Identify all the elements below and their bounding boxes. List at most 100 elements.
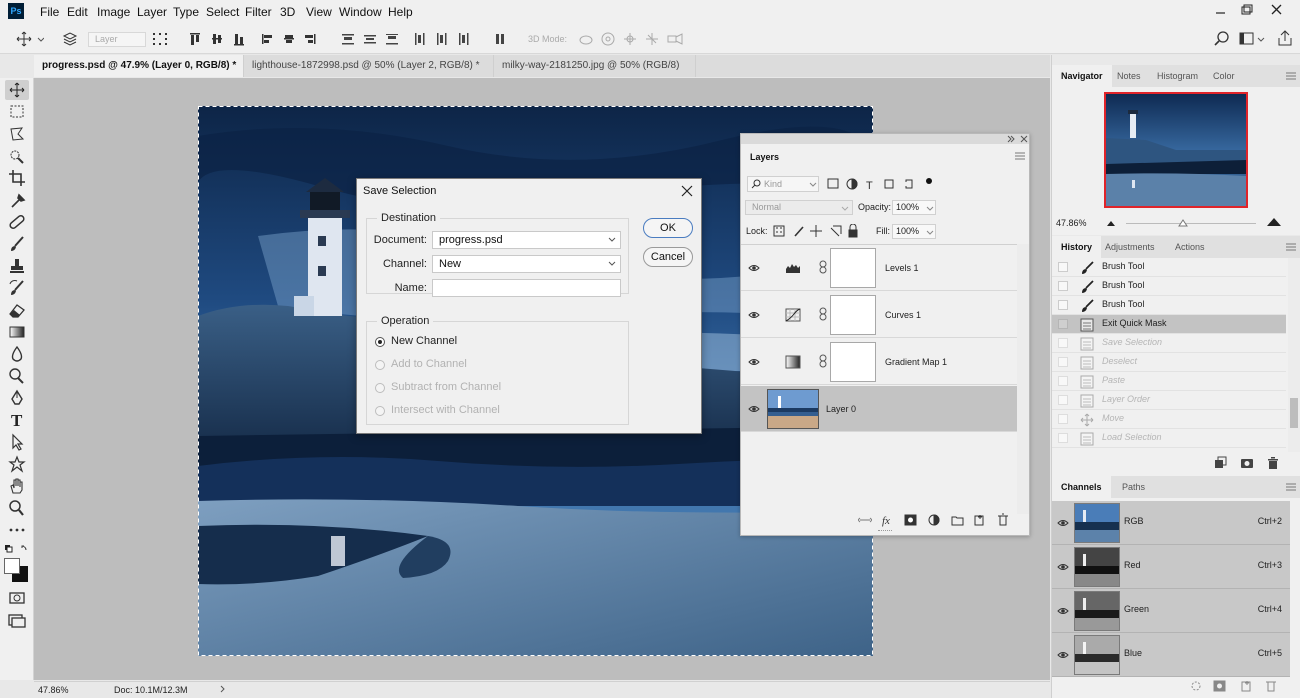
zoom-slider-thumb[interactable] (1178, 219, 1188, 227)
layer-dropdown[interactable]: Layer (88, 32, 146, 47)
layer-row[interactable]: Levels 1 (741, 245, 1017, 291)
document-select[interactable]: progress.psd (432, 231, 621, 249)
type-tool-icon[interactable]: T (5, 410, 29, 430)
history-item[interactable]: Brush Tool (1052, 258, 1286, 277)
dodge-tool-icon[interactable] (5, 366, 29, 386)
intersect-with-channel-radio[interactable] (375, 406, 385, 416)
kind-filter[interactable]: Kind (747, 176, 819, 192)
path-selection-tool-icon[interactable] (5, 432, 29, 452)
minimize-button[interactable] (1212, 2, 1230, 18)
eye-icon[interactable] (1057, 519, 1069, 527)
opacity-field[interactable]: 100% (892, 200, 936, 215)
history-item[interactable]: Brush Tool (1052, 277, 1286, 296)
layer-thumbnail[interactable] (767, 389, 819, 429)
close-icon[interactable] (681, 185, 693, 197)
eye-icon[interactable] (748, 405, 760, 413)
foreground-color-swatch[interactable] (4, 558, 20, 574)
new-channel-radio[interactable] (375, 337, 385, 347)
scrollbar-thumb[interactable] (1290, 398, 1298, 428)
history-item[interactable]: Deselect (1052, 353, 1286, 372)
move-tool-icon[interactable] (16, 31, 44, 47)
history-checkbox[interactable] (1058, 262, 1068, 272)
search-icon[interactable] (1214, 31, 1230, 47)
history-item[interactable]: Exit Quick Mask (1052, 315, 1286, 334)
history-scrollbar[interactable] (1288, 258, 1300, 452)
layer-row[interactable]: Layer 0 (741, 386, 1017, 432)
healing-brush-tool-icon[interactable] (5, 212, 29, 232)
brush-tool-icon[interactable] (5, 234, 29, 254)
history-item[interactable]: Save Selection (1052, 334, 1286, 353)
eye-icon[interactable] (1057, 651, 1069, 659)
auto-select-icon[interactable] (62, 31, 78, 47)
menu-window[interactable]: Window (339, 5, 382, 19)
subtract-from-channel-radio[interactable] (375, 383, 385, 393)
tab-channels[interactable]: Channels (1052, 476, 1111, 498)
menu-help[interactable]: Help (388, 5, 413, 19)
history-item[interactable]: Brush Tool (1052, 296, 1286, 315)
history-item[interactable]: Move (1052, 410, 1286, 429)
eraser-tool-icon[interactable] (5, 300, 29, 320)
menu-select[interactable]: Select (206, 5, 239, 19)
tab-adjustments[interactable]: Adjustments (1096, 236, 1164, 258)
history-checkbox[interactable] (1058, 300, 1068, 310)
menu-type[interactable]: Type (173, 5, 199, 19)
pen-tool-icon[interactable] (5, 388, 29, 408)
panel-menu-icon[interactable] (1015, 152, 1025, 161)
move-tool-icon[interactable] (5, 80, 29, 100)
eyedropper-tool-icon[interactable] (5, 190, 29, 210)
quick-mask-icon[interactable] (5, 588, 29, 608)
tab-navigator[interactable]: Navigator (1052, 65, 1112, 87)
channel-row[interactable]: Red Ctrl+3 (1052, 545, 1290, 589)
lasso-tool-icon[interactable] (5, 124, 29, 144)
eye-icon[interactable] (748, 264, 760, 272)
tab-notes[interactable]: Notes (1108, 65, 1150, 87)
zoom-level[interactable]: 47.86% (38, 685, 69, 695)
close-panel-icon[interactable] (1020, 135, 1028, 143)
shape-tool-icon[interactable] (5, 454, 29, 474)
stamp-tool-icon[interactable] (5, 256, 29, 276)
blur-tool-icon[interactable] (5, 344, 29, 364)
channels-footer-icons[interactable] (1190, 679, 1280, 693)
zoom-slider[interactable] (1126, 223, 1256, 224)
menu-file[interactable]: File (40, 5, 59, 19)
tab-color[interactable]: Color (1204, 65, 1244, 87)
collapse-icon[interactable] (1007, 135, 1015, 143)
eye-icon[interactable] (1057, 563, 1069, 571)
layer-mask-thumbnail[interactable] (830, 295, 876, 335)
history-checkbox[interactable] (1058, 357, 1068, 367)
navigator-zoom[interactable]: 47.86% (1056, 218, 1087, 228)
channel-select[interactable]: New (432, 255, 621, 273)
menu-3d[interactable]: 3D (280, 5, 295, 19)
marquee-tool-icon[interactable] (5, 102, 29, 122)
panel-menu-icon[interactable] (1286, 483, 1296, 492)
channel-row[interactable]: Blue Ctrl+5 (1052, 633, 1290, 677)
channel-row[interactable]: Green Ctrl+4 (1052, 589, 1290, 633)
zoom-in-icon[interactable] (1266, 217, 1282, 227)
history-item[interactable]: Paste (1052, 372, 1286, 391)
history-checkbox[interactable] (1058, 395, 1068, 405)
panel-menu-icon[interactable] (1286, 243, 1296, 252)
restore-button[interactable] (1238, 2, 1256, 18)
default-colors-icon[interactable] (4, 544, 30, 554)
eye-icon[interactable] (748, 358, 760, 366)
menu-view[interactable]: View (306, 5, 332, 19)
history-checkbox[interactable] (1058, 319, 1068, 329)
history-brush-tool-icon[interactable] (5, 278, 29, 298)
tab-progress[interactable]: progress.psd @ 47.9% (Layer 0, RGB/8) * (34, 55, 244, 77)
menu-image[interactable]: Image (97, 5, 130, 19)
resize-grip[interactable] (878, 530, 892, 533)
close-window-button[interactable] (1268, 2, 1286, 18)
tab-histogram[interactable]: Histogram (1148, 65, 1207, 87)
menu-edit[interactable]: Edit (67, 5, 88, 19)
history-checkbox[interactable] (1058, 414, 1068, 424)
screen-mode-icon[interactable] (5, 610, 29, 630)
name-input[interactable] (432, 279, 621, 297)
share-icon[interactable] (1277, 30, 1293, 46)
tab-lighthouse[interactable]: lighthouse-1872998.psd @ 50% (Layer 2, R… (244, 55, 494, 77)
transform-controls-icon[interactable] (152, 32, 168, 46)
history-footer-icons[interactable] (1212, 456, 1292, 470)
tab-milky-way[interactable]: milky-way-2181250.jpg @ 50% (RGB/8) (494, 55, 696, 77)
layer-mask-thumbnail[interactable] (830, 342, 876, 382)
history-item[interactable]: Load Selection (1052, 429, 1286, 448)
history-item[interactable]: Layer Order (1052, 391, 1286, 410)
